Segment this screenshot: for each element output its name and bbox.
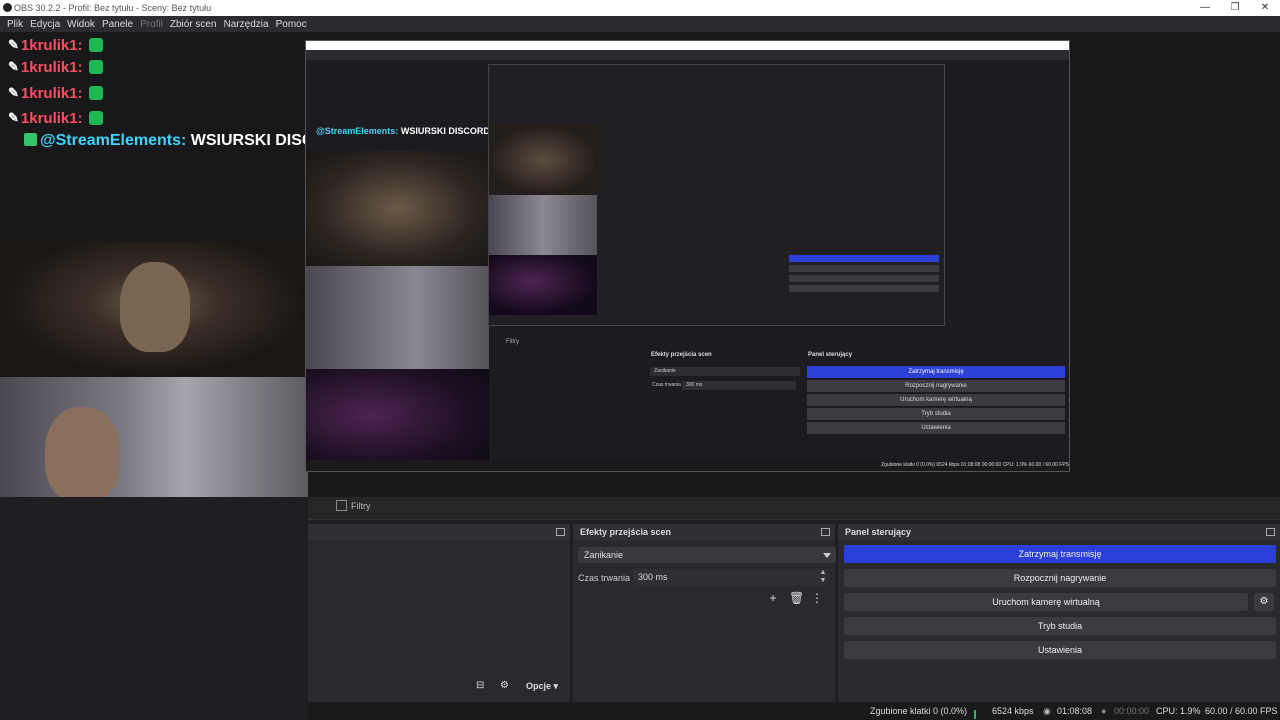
menu-tools[interactable]: Narzędzia bbox=[224, 19, 269, 30]
nested-webcam-2 bbox=[306, 266, 489, 369]
nested-button: Uruchom kamerę wirtualną bbox=[807, 394, 1065, 406]
bitrate: 6524 kbps bbox=[992, 706, 1034, 716]
chat-row: ✎ 1krulik1: bbox=[8, 107, 103, 129]
studio-mode-button[interactable]: Tryb studia bbox=[844, 617, 1276, 635]
webcam-feed-1 bbox=[0, 242, 308, 377]
inner-button bbox=[789, 255, 939, 262]
scenes-toolbar: ⊟ ⚙ Opcje ▾ bbox=[308, 676, 570, 696]
inner-webcam-2 bbox=[489, 195, 597, 255]
webcam-feed-2 bbox=[0, 377, 308, 497]
nested-webcam-3 bbox=[306, 369, 489, 471]
badge-icon bbox=[88, 60, 103, 74]
window-title: OBS 30.2.2 - Profil: Bez tytułu - Sceny:… bbox=[14, 3, 212, 13]
nested-filters-label: Filtry bbox=[506, 339, 519, 345]
stream-time: 01:08:08 bbox=[1057, 706, 1093, 716]
add-icon[interactable]: + bbox=[767, 592, 779, 604]
face-shape bbox=[45, 407, 120, 497]
nested-transitions-title: Efekty przejścia scen bbox=[651, 352, 712, 358]
record-time: 00:00:00 bbox=[1114, 706, 1150, 716]
nested-statusbar: Zgubione klatki 0 (0.0%) 6524 kbps 01:08… bbox=[306, 460, 1069, 471]
dropped-frames: Zgubione klatki 0 (0.0%) bbox=[870, 706, 968, 716]
duration-input[interactable]: 300 ms ▲ ▼ bbox=[633, 569, 828, 585]
start-recording-button[interactable]: Rozpocznij nagrywanie bbox=[844, 569, 1276, 587]
menu-profile[interactable]: Profil bbox=[140, 19, 163, 30]
fps: 60.00 / 60.00 FPS bbox=[1205, 706, 1278, 716]
inner-webcam-3 bbox=[489, 255, 597, 315]
virtual-camera-button[interactable]: Uruchom kamerę wirtualną bbox=[844, 593, 1248, 611]
nested-inner-capture bbox=[488, 64, 945, 326]
scenes-panel-header bbox=[308, 524, 570, 540]
nested-titlebar bbox=[306, 41, 1069, 50]
badge-icon bbox=[88, 111, 103, 125]
stop-stream-button[interactable]: Zatrzymaj transmisję bbox=[844, 545, 1276, 563]
status-bar: Zgubione klatki 0 (0.0%) 6524 kbps ◉ 01:… bbox=[308, 702, 1280, 720]
more-icon[interactable]: ⋮ bbox=[811, 592, 823, 604]
duration-label: Czas trwania bbox=[578, 573, 631, 583]
nested-button: Ustawienia bbox=[807, 422, 1065, 434]
options-button[interactable]: Opcje ▾ bbox=[526, 681, 558, 692]
record-status-icon: ● bbox=[1101, 706, 1107, 716]
menu-view[interactable]: Widok bbox=[67, 19, 95, 30]
inner-button bbox=[789, 285, 939, 292]
menu-edit[interactable]: Edycja bbox=[30, 19, 60, 30]
chat-row: ✎ 1krulik1: bbox=[8, 82, 103, 104]
transitions-panel: Efekty przejścia scen Zanikanie Czas trw… bbox=[573, 524, 836, 702]
frame-icon[interactable]: ⊟ bbox=[476, 680, 484, 691]
nested-transition-select: Zanikanie bbox=[650, 367, 800, 376]
transition-select[interactable]: Zanikanie bbox=[578, 547, 836, 563]
chevron-down-icon bbox=[823, 553, 831, 558]
badge-icon bbox=[88, 86, 103, 100]
nested-obs-capture: @StreamElements: WSIURSKI DISCORD: https… bbox=[305, 40, 1070, 472]
check-badge-icon bbox=[24, 133, 37, 146]
virtual-camera-settings-button[interactable]: ⚙ bbox=[1254, 593, 1274, 611]
nested-button: Tryb studia bbox=[807, 408, 1065, 420]
controls-panel: Panel sterujący Zatrzymaj transmisję Roz… bbox=[838, 524, 1280, 702]
filters-button[interactable]: Filtry bbox=[336, 500, 371, 511]
obs-logo-icon bbox=[3, 3, 12, 12]
nested-duration-input: 300 ms bbox=[682, 381, 796, 390]
menu-docks[interactable]: Panele bbox=[102, 19, 133, 30]
nested-menubar bbox=[306, 50, 1069, 60]
menu-file[interactable]: Plik bbox=[7, 19, 23, 30]
nested-button: Rozpocznij nagrywanie bbox=[807, 380, 1065, 392]
menu-bar: Plik Edycja Widok Panele Profil Zbiór sc… bbox=[0, 16, 1280, 32]
menu-help[interactable]: Pomoc bbox=[276, 19, 307, 30]
filter-icon bbox=[336, 500, 347, 511]
maximize-icon[interactable]: ❐ bbox=[1220, 0, 1250, 16]
window-titlebar: OBS 30.2.2 - Profil: Bez tytułu - Sceny:… bbox=[0, 0, 1280, 16]
inner-button bbox=[789, 275, 939, 282]
popout-icon[interactable] bbox=[1266, 528, 1275, 536]
filters-bar: Filtry bbox=[308, 497, 1280, 520]
nested-controls-title: Panel sterujący bbox=[808, 352, 853, 358]
spinner-icon[interactable]: ▲ ▼ bbox=[818, 569, 828, 585]
minimize-icon[interactable]: — bbox=[1190, 0, 1220, 16]
controls-panel-header: Panel sterujący bbox=[838, 524, 1280, 540]
transitions-toolbar: + 🗑 ⋮ bbox=[767, 592, 823, 608]
chat-row: ✎ 1krulik1: bbox=[8, 34, 103, 56]
inner-button bbox=[789, 265, 939, 272]
close-icon[interactable]: ✕ bbox=[1250, 0, 1280, 16]
nested-duration-label: Czas trwania bbox=[652, 382, 681, 388]
menu-scene-collection[interactable]: Zbiór scen bbox=[170, 19, 217, 30]
cpu-usage: CPU: 1.9% bbox=[1156, 706, 1201, 716]
settings-icon[interactable]: ⚙ bbox=[500, 680, 509, 691]
nested-button: Zatrzymaj transmisję bbox=[807, 366, 1065, 378]
window-controls: — ❐ ✕ bbox=[1190, 0, 1280, 16]
nested-webcam-1 bbox=[306, 151, 489, 266]
inner-webcam-1 bbox=[489, 125, 597, 195]
gear-icon: ⚙ bbox=[1259, 596, 1269, 607]
preview-canvas[interactable]: ✎ 1krulik1: ✎ 1krulik1: ✎ 1krulik1: ✎ 1kruli… bbox=[0, 32, 1280, 497]
popout-icon[interactable] bbox=[821, 528, 830, 536]
stream-status-icon: ◉ bbox=[1043, 706, 1051, 716]
trash-icon[interactable]: 🗑 bbox=[789, 592, 804, 604]
face-shape bbox=[120, 262, 190, 352]
controls-title: Panel sterujący bbox=[845, 527, 912, 537]
filters-label: Filtry bbox=[351, 500, 371, 511]
transitions-panel-header: Efekty przejścia scen bbox=[573, 524, 835, 540]
badge-icon bbox=[88, 38, 103, 52]
chat-row: ✎ 1krulik1: bbox=[8, 56, 103, 78]
popout-icon[interactable] bbox=[556, 528, 565, 536]
settings-button[interactable]: Ustawienia bbox=[844, 641, 1276, 659]
transitions-title: Efekty przejścia scen bbox=[580, 527, 672, 537]
